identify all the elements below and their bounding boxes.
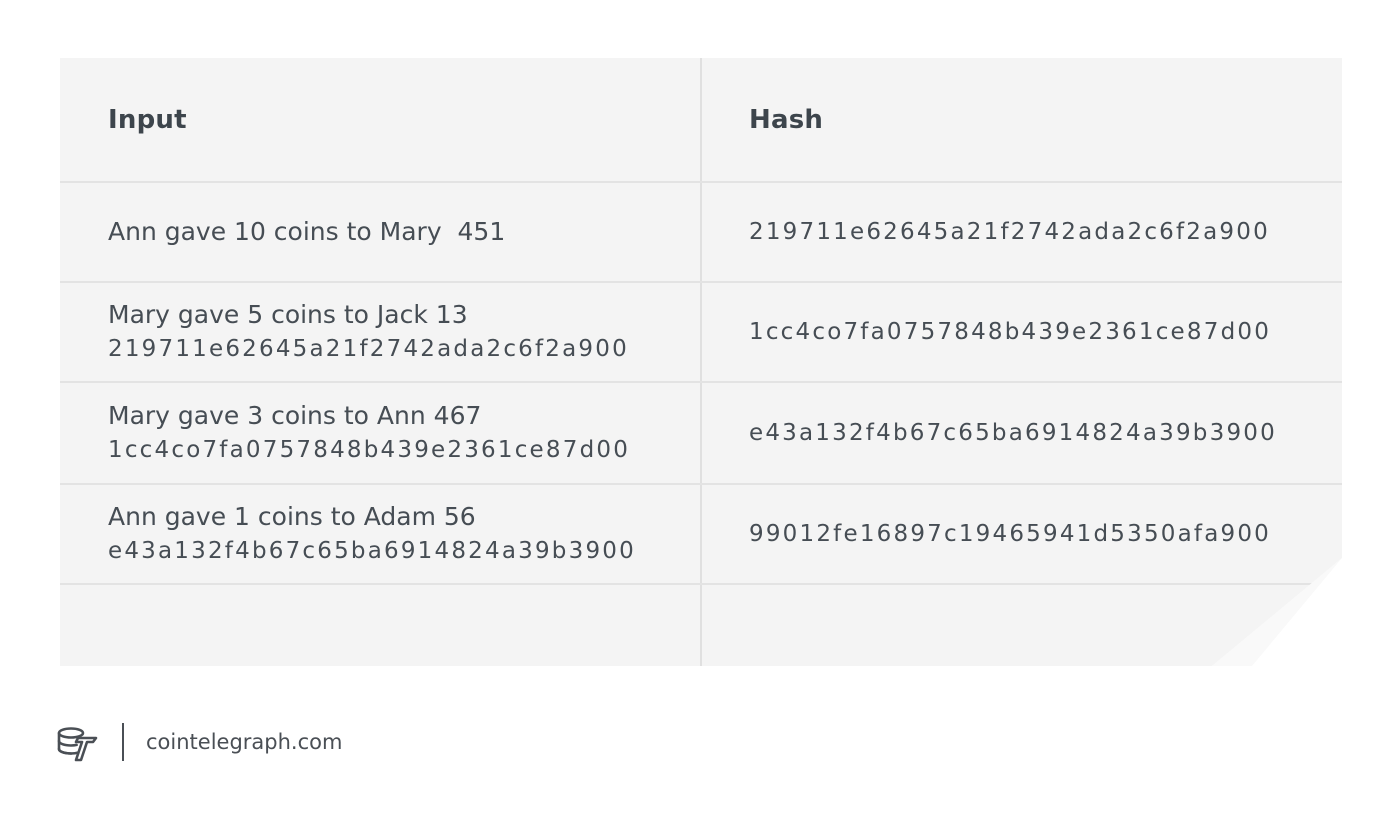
input-previous-hash: 219711e62645a21f2742ada2c6f2a900 [108, 336, 629, 362]
input-text: Ann gave 10 coins to Mary 451 [108, 217, 506, 246]
input-text: Ann gave 1 coins to Adam 56 [108, 502, 476, 531]
hash-value: 1cc4co7fa0757848b439e2361ce87d00 [749, 319, 1272, 345]
input-text: Mary gave 3 coins to Ann 467 [108, 401, 482, 430]
footer: cointelegraph.com [56, 718, 342, 766]
header-input-label: Input [108, 104, 187, 135]
input-text: Mary gave 5 coins to Jack 13 [108, 300, 468, 329]
input-previous-hash: 1cc4co7fa0757848b439e2361ce87d00 [108, 437, 631, 463]
hash-cell: e43a132f4b67c65ba6914824a39b3900 [749, 383, 1329, 483]
header-hash-label: Hash [749, 104, 824, 135]
table-row: Ann gave 10 coins to Mary 451 219711e626… [60, 183, 1342, 283]
input-cell: Ann gave 1 coins to Adam 56 e43a132f4b67… [108, 485, 688, 583]
table-row: Mary gave 3 coins to Ann 467 1cc4co7fa07… [60, 383, 1342, 485]
cointelegraph-logo-icon [57, 727, 98, 762]
table-header-row: Input Hash [60, 58, 1342, 183]
hash-value: 219711e62645a21f2742ada2c6f2a900 [749, 219, 1270, 245]
table-row: Mary gave 5 coins to Jack 13 219711e6264… [60, 283, 1342, 383]
hash-cell: 1cc4co7fa0757848b439e2361ce87d00 [749, 283, 1329, 381]
site-name[interactable]: cointelegraph.com [146, 730, 342, 754]
header-cell-input: Input [108, 58, 688, 181]
hash-value: e43a132f4b67c65ba6914824a39b3900 [749, 420, 1277, 446]
page-curl-decoration [1212, 558, 1342, 666]
hash-table: Input Hash Ann gave 10 coins to Mary 451… [60, 58, 1342, 666]
table-row: Ann gave 1 coins to Adam 56 e43a132f4b67… [60, 485, 1342, 585]
footer-divider [122, 723, 124, 761]
table-empty-row [60, 585, 1342, 666]
hash-cell: 219711e62645a21f2742ada2c6f2a900 [749, 183, 1329, 281]
input-cell: Mary gave 3 coins to Ann 467 1cc4co7fa07… [108, 383, 688, 483]
input-cell: Ann gave 10 coins to Mary 451 [108, 183, 688, 281]
input-previous-hash: e43a132f4b67c65ba6914824a39b3900 [108, 538, 636, 564]
header-cell-hash: Hash [749, 58, 1329, 181]
input-cell: Mary gave 5 coins to Jack 13 219711e6264… [108, 283, 688, 381]
